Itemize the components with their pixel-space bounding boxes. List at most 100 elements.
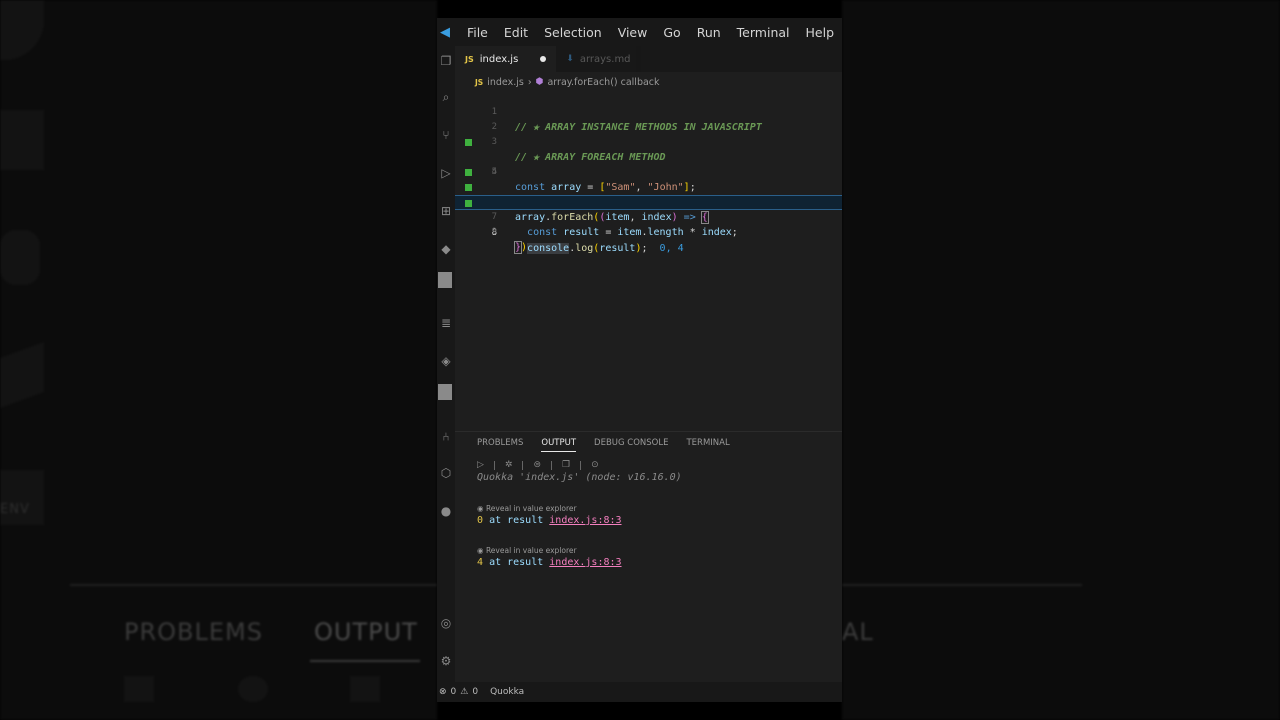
editor-tabs: JS index.js ⬇ arrays.md <box>455 46 842 72</box>
vscode-window: ◀ File Edit Selection View Go Run Termin… <box>437 18 842 702</box>
source-link[interactable]: index.js:8:3 <box>549 515 621 526</box>
source-control-icon[interactable]: ⑂ <box>439 128 453 142</box>
errors-icon[interactable]: ⊗ <box>439 687 447 697</box>
javascript-file-icon: JS <box>475 77 484 87</box>
settings-gear-icon[interactable]: ⚙ <box>439 654 453 668</box>
bg-block-shape <box>0 110 44 170</box>
warning-count[interactable]: 0 <box>472 687 478 697</box>
source-link[interactable]: index.js:8:3 <box>549 557 621 568</box>
quokka-coverage-marker <box>465 139 472 146</box>
output-value: 0 <box>477 515 484 526</box>
markdown-file-icon: ⬇ <box>566 54 574 64</box>
bg-layers-shape <box>0 341 44 409</box>
reveal-link[interactable]: ◉ Reveal in value explorer <box>477 546 577 555</box>
line-number: 9 <box>491 227 497 237</box>
bg-output-label: OUTPUT <box>314 618 418 646</box>
menu-bar: ◀ File Edit Selection View Go Run Termin… <box>437 18 842 46</box>
output-at: at result <box>489 557 544 568</box>
menu-help[interactable]: Help <box>798 25 843 40</box>
menu-go[interactable]: Go <box>655 25 688 40</box>
code-line: 7 const result = item.length * index; <box>455 180 842 238</box>
code-text: console.log(result); 0, 4 <box>527 243 684 254</box>
breadcrumb-symbol[interactable]: array.forEach() callback <box>547 77 659 88</box>
quokka-status[interactable]: Quokka <box>490 687 524 697</box>
copy-icon[interactable]: ❐ <box>562 460 570 470</box>
extensions-icon[interactable]: ⊞ <box>439 204 453 218</box>
tab-terminal[interactable]: TERMINAL <box>686 438 729 452</box>
bg-gear-icon <box>238 676 268 702</box>
menu-terminal[interactable]: Terminal <box>729 25 798 40</box>
warning-icon[interactable]: ⚠ <box>460 687 468 697</box>
panel-toolbar: ▷ ✲ ⊜ ❐ ⊙ <box>477 460 599 470</box>
env-icon[interactable] <box>438 384 452 400</box>
eye-icon: ◉ <box>477 546 486 555</box>
toolbar-separator <box>551 460 553 470</box>
bg-leaf-shape <box>0 0 44 60</box>
status-bar: ⊗ 0 ⚠ 0 Quokka <box>437 682 842 702</box>
code-line: 3 // ★ ARRAY FOREACH METHOD <box>455 120 842 163</box>
bg-divider-right <box>842 584 1082 586</box>
code-line: 4 const array = ["Sam", "John"]; <box>455 135 842 193</box>
quokka-inline-value: 0, 4 <box>659 243 684 254</box>
code-line: 5 <box>455 150 842 177</box>
unsaved-dot-icon[interactable] <box>540 56 547 62</box>
code-editor[interactable]: 1 // ★ ARRAY INSTANCE METHODS IN JAVASCR… <box>455 90 842 430</box>
code-text: }) <box>513 241 528 254</box>
reveal-link[interactable]: ◉ Reveal in value explorer <box>477 504 577 513</box>
output-header: Quokka 'index.js' (node: v16.16.0) <box>477 472 682 483</box>
filter-icon[interactable]: ⊜ <box>533 460 541 470</box>
account-icon[interactable]: ◎ <box>439 616 453 630</box>
bg-env-label: ENV <box>0 502 30 517</box>
eye-icon: ◉ <box>477 504 486 513</box>
vscode-logo-icon: ◀ <box>439 24 450 40</box>
code-text: const result = item.length * index; <box>527 227 738 238</box>
explorer-icon[interactable]: ❐ <box>439 54 453 68</box>
run-debug-icon[interactable]: ▷ <box>439 166 453 180</box>
menu-edit[interactable]: Edit <box>496 25 536 40</box>
reveal-label: Reveal in value explorer <box>485 504 577 513</box>
code-line: 1 // ★ ARRAY INSTANCE METHODS IN JAVASCR… <box>455 90 842 133</box>
toolbar-separator <box>493 460 495 470</box>
run-icon[interactable]: ▷ <box>477 460 484 470</box>
tab-index-js[interactable]: JS index.js <box>455 46 557 72</box>
javascript-file-icon: JS <box>465 54 474 64</box>
bg-divider <box>70 584 437 586</box>
menu-file[interactable]: File <box>459 25 496 40</box>
bottom-panel: PROBLEMS OUTPUT DEBUG CONSOLE TERMINAL ▷… <box>455 432 842 682</box>
remote-explorer-icon[interactable] <box>438 272 452 288</box>
menu-view[interactable]: View <box>610 25 656 40</box>
bg-filter-icon <box>350 676 380 702</box>
output-at: at result <box>489 515 544 526</box>
quokka-coverage-marker <box>465 200 472 207</box>
tab-problems[interactable]: PROBLEMS <box>477 438 523 452</box>
tab-arrays-md[interactable]: ⬇ arrays.md <box>556 46 641 72</box>
tab-debug-console[interactable]: DEBUG CONSOLE <box>594 438 668 452</box>
target-icon[interactable]: ⊙ <box>591 460 599 470</box>
panel-tabs: PROBLEMS OUTPUT DEBUG CONSOLE TERMINAL <box>477 438 730 452</box>
search-icon[interactable]: ⌕ <box>439 90 453 104</box>
menu-run[interactable]: Run <box>689 25 729 40</box>
code-line: 9 }) <box>455 210 842 254</box>
tab-output[interactable]: OUTPUT <box>541 438 577 452</box>
menu-selection[interactable]: Selection <box>536 25 610 40</box>
quokka-coverage-marker <box>465 184 472 191</box>
reveal-label: Reveal in value explorer <box>485 546 577 555</box>
error-count[interactable]: 0 <box>451 687 457 697</box>
tab-label: index.js <box>479 53 519 65</box>
quokka-icon[interactable]: ● <box>439 504 453 518</box>
bg-problems-label: PROBLEMS <box>124 618 263 646</box>
mongodb-icon[interactable]: ◆ <box>439 242 453 256</box>
quokka-coverage-marker <box>465 169 472 176</box>
layers-icon[interactable]: ◈ <box>439 354 453 368</box>
bug-icon[interactable]: ✲ <box>505 460 513 470</box>
activity-bar: ❐ ⌕ ⑂ ▷ ⊞ ◆ ≣ ◈ ⑃ ⬡ ● ◎ ⚙ <box>437 46 455 682</box>
breadcrumb-file[interactable]: index.js <box>487 77 524 88</box>
output-entry: 4 at result index.js:8:3 <box>477 557 622 568</box>
git-graph-icon[interactable]: ⑃ <box>439 430 453 444</box>
breadcrumb: JS index.js › ⬢ array.forEach() callback <box>475 74 660 90</box>
blurred-background-right: AL <box>842 0 1280 720</box>
package-icon[interactable]: ⬡ <box>439 466 453 480</box>
database-icon[interactable]: ≣ <box>439 316 453 330</box>
screen: ENV PROBLEMS OUTPUT AL ◀ File Edit Selec… <box>0 0 1280 720</box>
tab-label: arrays.md <box>579 53 631 65</box>
